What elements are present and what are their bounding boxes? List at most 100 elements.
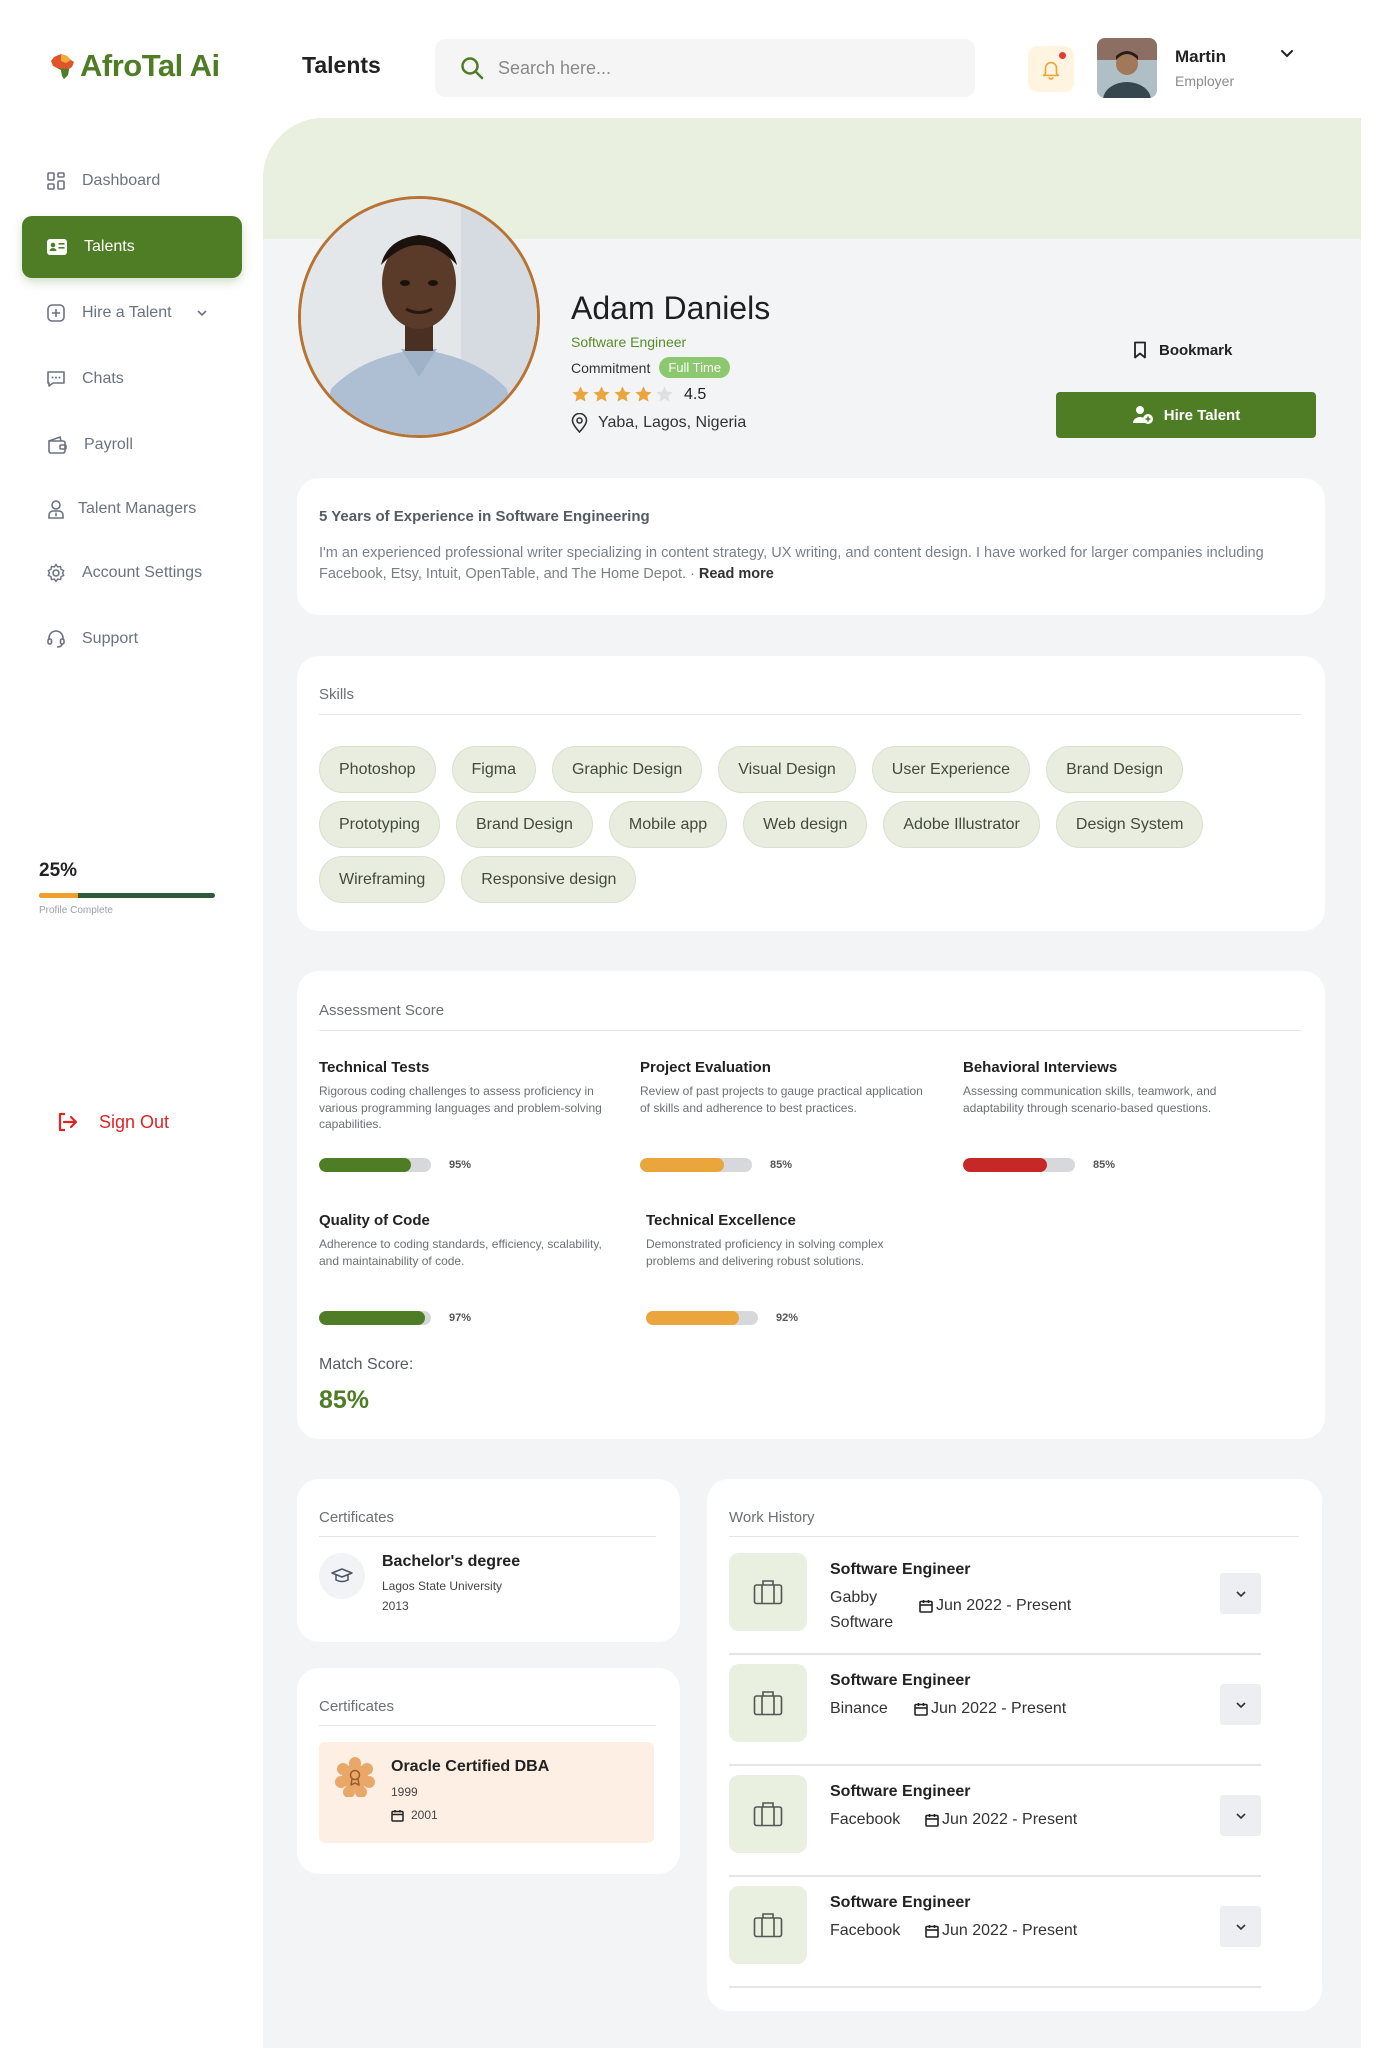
job-icon-wrap bbox=[729, 1886, 807, 1964]
job-title: Software Engineer bbox=[830, 1894, 971, 1911]
assessment-quality-of-code: Quality of Code Adherence to coding stan… bbox=[319, 1212, 619, 1269]
hire-talent-button[interactable]: Hire Talent bbox=[1056, 392, 1316, 438]
read-more-link[interactable]: Read more bbox=[699, 566, 774, 582]
sidebar-item-account-settings[interactable]: Account Settings bbox=[22, 542, 242, 604]
search-input[interactable] bbox=[498, 57, 938, 79]
chevron-down-icon[interactable] bbox=[1280, 47, 1294, 61]
sidebar-item-payroll[interactable]: Payroll bbox=[22, 414, 242, 476]
rating: 4.5 bbox=[571, 385, 706, 404]
about-text: I'm an experienced professional writer s… bbox=[319, 543, 1289, 585]
calendar-icon bbox=[925, 1814, 939, 1827]
sidebar-item-dashboard[interactable]: Dashboard bbox=[22, 150, 242, 212]
briefcase-icon bbox=[753, 1580, 783, 1605]
about-card: 5 Years of Experience in Software Engine… bbox=[297, 478, 1325, 615]
sidebar-item-chats[interactable]: Chats bbox=[22, 348, 242, 410]
job-title: Software Engineer bbox=[830, 1783, 971, 1800]
user-name: Martin bbox=[1175, 47, 1226, 66]
skill-chip: Web design bbox=[743, 801, 868, 848]
assessment-score-bar: 85% bbox=[963, 1158, 1115, 1172]
skill-chip: Wireframing bbox=[319, 856, 446, 903]
skill-chip: Prototyping bbox=[319, 801, 440, 848]
bell-icon bbox=[1042, 61, 1060, 80]
divider bbox=[729, 1764, 1261, 1766]
assessment-behavioral-interviews: Behavioral Interviews Assessing communic… bbox=[963, 1059, 1243, 1116]
work-history-item: Software Engineer Gabby Software Jun 2022… bbox=[729, 1553, 1261, 1664]
assessment-item-title: Behavioral Interviews bbox=[963, 1059, 1118, 1076]
graduation-cap-icon bbox=[331, 1568, 353, 1583]
search-icon bbox=[461, 57, 484, 80]
sidebar-item-hire-a-talent[interactable]: Hire a Talent bbox=[22, 282, 242, 344]
job-date-text: Jun 2022 - Present bbox=[942, 1811, 1078, 1828]
search-bar[interactable] bbox=[435, 39, 975, 97]
sign-out-label: Sign Out bbox=[99, 1111, 170, 1132]
expand-button[interactable] bbox=[1220, 1795, 1261, 1836]
assessment-score-bar: 97% bbox=[319, 1311, 471, 1325]
assessment-item-title: Technical Tests bbox=[319, 1059, 430, 1076]
score-percent: 95% bbox=[449, 1159, 472, 1171]
skill-chip: Responsive design bbox=[461, 856, 637, 903]
job-company-line: Gabby bbox=[830, 1589, 878, 1606]
chevron-down-icon bbox=[196, 310, 207, 317]
wallet-icon bbox=[48, 435, 67, 454]
skill-chip: Visual Design bbox=[718, 746, 856, 793]
certificate-institution: Lagos State University bbox=[382, 1579, 503, 1593]
avatar[interactable] bbox=[1097, 38, 1157, 98]
talent-title: Software Engineer bbox=[571, 334, 687, 350]
notifications-button[interactable] bbox=[1028, 46, 1074, 92]
gear-icon bbox=[47, 563, 65, 583]
sidebar-item-talent-managers[interactable]: Talent Managers bbox=[22, 478, 242, 540]
divider bbox=[319, 714, 1301, 715]
logo-text: AfroTal Ai bbox=[80, 48, 220, 83]
work-history-item: Software Engineer Binance Jun 2022 - Pre… bbox=[729, 1664, 1261, 1775]
certificate-icon-wrap bbox=[319, 1553, 365, 1599]
divider bbox=[319, 1030, 1301, 1031]
job-date-text: Jun 2022 - Present bbox=[931, 1700, 1067, 1717]
certificate-date: 2001 bbox=[391, 1808, 438, 1822]
page-title: Talents bbox=[302, 52, 381, 78]
skill-chip: Adobe Illustrator bbox=[883, 801, 1040, 848]
expand-button[interactable] bbox=[1220, 1573, 1261, 1614]
score-fill bbox=[640, 1158, 724, 1172]
certificate-year: 2013 bbox=[382, 1599, 409, 1613]
assessment-score-bar: 85% bbox=[640, 1158, 792, 1172]
sidebar-item-label: Account Settings bbox=[82, 564, 203, 581]
job-title: Software Engineer bbox=[830, 1672, 971, 1689]
expand-button[interactable] bbox=[1220, 1684, 1261, 1725]
dashboard-icon bbox=[47, 172, 65, 190]
star-icon bbox=[635, 386, 652, 402]
star-icon bbox=[656, 386, 673, 402]
assessment-score-bar: 95% bbox=[319, 1158, 471, 1172]
certificate-name: Bachelor's degree bbox=[382, 1553, 521, 1570]
divider bbox=[729, 1653, 1261, 1655]
assessment-title: Assessment Score bbox=[319, 1002, 445, 1019]
star-icon bbox=[572, 386, 589, 402]
certificates-title: Certificates bbox=[319, 1698, 395, 1715]
sidebar-item-talents[interactable]: Talents bbox=[22, 216, 242, 278]
work-history-card: Work History Software Engineer Gabby Soft… bbox=[707, 1479, 1322, 2011]
match-score-label: Match Score: bbox=[319, 1356, 414, 1373]
job-date-text: Jun 2022 - Present bbox=[936, 1597, 1072, 1614]
sidebar-item-support[interactable]: Support bbox=[22, 608, 242, 670]
assessment-technical-tests: Technical Tests Rigorous coding challeng… bbox=[319, 1059, 619, 1133]
divider bbox=[729, 1986, 1261, 1988]
africa-map-icon bbox=[51, 54, 74, 79]
score-fill bbox=[319, 1158, 411, 1172]
expand-button[interactable] bbox=[1220, 1906, 1261, 1947]
logo[interactable]: AfroTal Ai bbox=[48, 48, 220, 84]
assessment-card: Assessment Score Technical Tests Rigorou… bbox=[297, 971, 1325, 1439]
briefcase-icon bbox=[753, 1913, 783, 1938]
skills-card: Skills Photoshop Figma Graphic Design Visua… bbox=[297, 656, 1325, 931]
sign-out-button[interactable]: Sign Out bbox=[55, 1110, 169, 1134]
score-fill bbox=[963, 1158, 1047, 1172]
work-history-item: Software Engineer Facebook Jun 2022 - Pr… bbox=[729, 1886, 1261, 1997]
user-role: Employer bbox=[1175, 73, 1235, 89]
calendar-icon bbox=[914, 1703, 928, 1716]
calendar-icon bbox=[925, 1925, 939, 1938]
profile-photo bbox=[298, 196, 540, 438]
assessment-item-title: Technical Excellence bbox=[646, 1212, 796, 1229]
notification-dot bbox=[1059, 52, 1066, 59]
profile-progress-bar bbox=[39, 893, 215, 898]
location-text: Yaba, Lagos, Nigeria bbox=[598, 414, 747, 431]
bookmark-button[interactable]: Bookmark bbox=[1133, 341, 1232, 359]
sidebar-item-label: Chats bbox=[82, 370, 124, 387]
